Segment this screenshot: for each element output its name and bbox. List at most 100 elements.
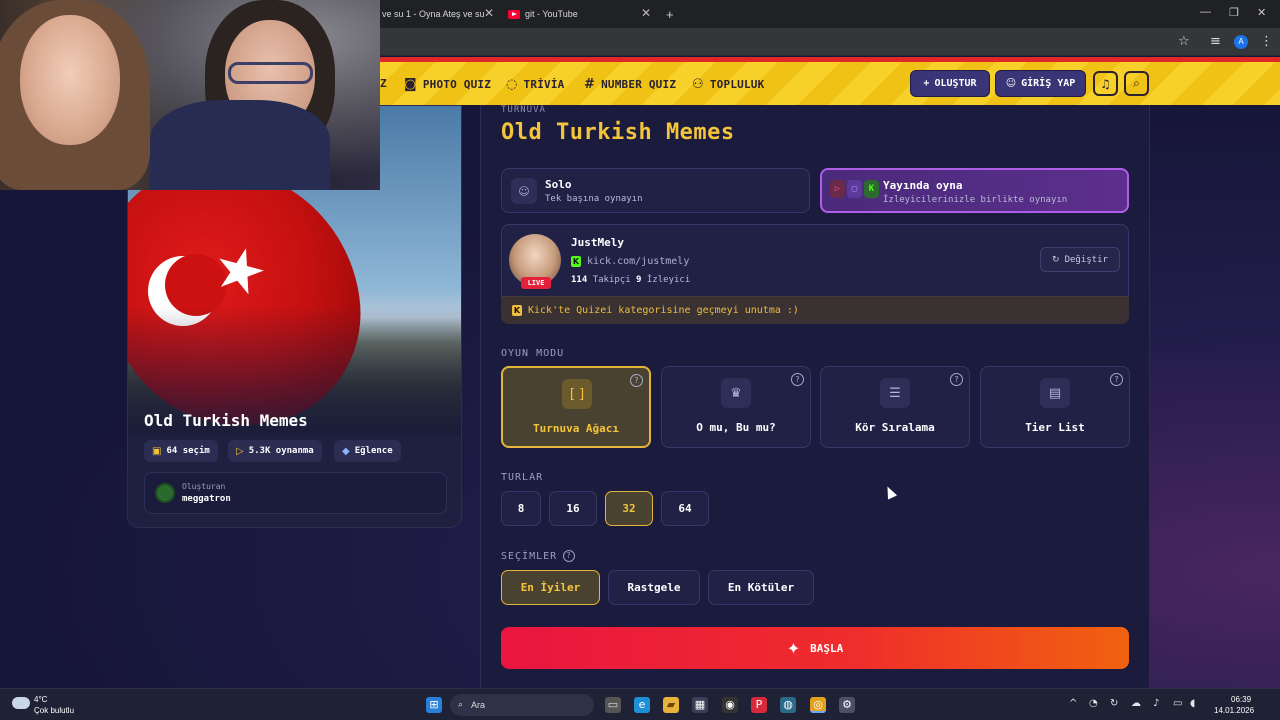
nav-item-trivia[interactable]: ◌ TRİVİA bbox=[506, 77, 564, 92]
play-icon: ▷ bbox=[236, 445, 244, 457]
task-view-icon[interactable]: ▭ bbox=[605, 697, 621, 713]
create-button[interactable]: + OLUŞTUR bbox=[910, 70, 990, 97]
solo-title: Solo bbox=[545, 178, 572, 191]
user-icon: ☺ bbox=[1005, 78, 1017, 89]
search-icon: ⌕ bbox=[458, 700, 464, 710]
sync-icon[interactable]: ↻ bbox=[1110, 698, 1118, 709]
edge-icon[interactable]: e bbox=[634, 697, 650, 713]
browser-icon[interactable]: ◍ bbox=[780, 697, 796, 713]
help-icon[interactable]: ? bbox=[950, 373, 963, 386]
creator-box[interactable]: Oluşturan meggatron bbox=[144, 472, 447, 514]
help-icon[interactable]: ? bbox=[1110, 373, 1123, 386]
sparkle-icon: ✦ bbox=[786, 638, 801, 658]
taskbar-search[interactable]: ⌕ Ara bbox=[450, 694, 594, 716]
restore-icon[interactable]: ❐ bbox=[1229, 6, 1239, 19]
plus-icon: + bbox=[923, 78, 930, 89]
streamer-stats: 114 Takipçi 9 İzleyici bbox=[571, 275, 690, 285]
profile-avatar[interactable]: A bbox=[1234, 35, 1248, 49]
rows-icon: ▤ bbox=[1040, 378, 1070, 408]
creator-name: meggatron bbox=[182, 494, 231, 504]
kick-note-text: Kick'te Quizei kategorisine geçmeyi unut… bbox=[528, 305, 799, 316]
close-tab-icon[interactable]: ✕ bbox=[641, 6, 651, 20]
picks-label: SEÇİMLER ? bbox=[501, 550, 576, 562]
webcam-overlay bbox=[0, 0, 380, 190]
stream-mode-button[interactable]: ▷ ▢ K Yayında oyna İzleyicilerinizle bir… bbox=[820, 168, 1129, 213]
creator-label: Oluşturan bbox=[182, 482, 226, 491]
kick-reminder-note: K Kick'te Quizei kategorisine geçmeyi un… bbox=[501, 296, 1129, 324]
images-icon: ▣ bbox=[152, 445, 162, 457]
game-mode-label-text: Turnuva Ağacı bbox=[532, 422, 620, 435]
category-badge[interactable]: ◆ Eğlence bbox=[334, 440, 401, 462]
notification-bell-icon[interactable]: ♫ bbox=[1093, 71, 1118, 96]
nav-item-topluluk[interactable]: ⚇ TOPLULUK bbox=[692, 77, 764, 92]
rounds-label: TURLAR bbox=[501, 472, 543, 483]
nav-item-number-quiz[interactable]: # NUMBER QUIZ bbox=[584, 77, 676, 92]
plays-text: 5.3K oynanma bbox=[248, 446, 314, 456]
minimize-icon[interactable]: — bbox=[1200, 6, 1211, 18]
page-title: Old Turkish Memes bbox=[501, 120, 735, 145]
webcam-glasses bbox=[228, 62, 313, 84]
close-window-icon[interactable]: ✕ bbox=[1257, 6, 1266, 19]
game-mode-this-or-that[interactable]: ♛ ? O mu, Bu mu? bbox=[661, 366, 811, 448]
settings-icon[interactable]: ⚙ bbox=[839, 697, 855, 713]
pick-best[interactable]: En İyiler bbox=[501, 570, 600, 605]
plays-badge: ▷ 5.3K oynanma bbox=[228, 440, 322, 462]
help-icon[interactable]: ? bbox=[563, 550, 576, 562]
pick-worst[interactable]: En Kötüler bbox=[708, 570, 814, 605]
browser-tab-youtube[interactable]: git - YouTube ✕ bbox=[508, 3, 651, 25]
category-text: Eğlence bbox=[354, 446, 393, 456]
start-button[interactable]: ✦ BAŞLA bbox=[501, 627, 1129, 669]
search-icon[interactable]: ⌕ bbox=[1124, 71, 1149, 96]
pinterest-icon[interactable]: P bbox=[751, 697, 767, 713]
create-label: OLUŞTUR bbox=[934, 78, 977, 89]
kick-icon: K bbox=[512, 305, 522, 316]
kick-icon: K bbox=[864, 180, 879, 198]
clock-date[interactable]: 14.01.2026 bbox=[1214, 706, 1254, 715]
clock-time[interactable]: 06:39 bbox=[1231, 695, 1251, 704]
browser-menu-icon[interactable]: ⋮ bbox=[1260, 34, 1273, 49]
app-icon[interactable]: ◉ bbox=[722, 697, 738, 713]
bookmark-star-icon[interactable]: ☆ bbox=[1178, 34, 1190, 49]
volume-icon[interactable]: ◖ bbox=[1190, 698, 1195, 709]
quiz-title: Old Turkish Memes bbox=[144, 411, 308, 430]
change-streamer-button[interactable]: ↻ Değiştir bbox=[1040, 247, 1120, 272]
pick-random[interactable]: Rastgele bbox=[608, 570, 700, 605]
login-button[interactable]: ☺ GİRİŞ YAP bbox=[995, 70, 1086, 97]
game-mode-tier-list[interactable]: ▤ ? Tier List bbox=[980, 366, 1130, 448]
round-option-64[interactable]: 64 bbox=[661, 491, 709, 526]
nav-item-label: NUMBER QUIZ bbox=[601, 78, 677, 91]
round-option-8[interactable]: 8 bbox=[501, 491, 541, 526]
solo-mode-button[interactable]: ☺ Solo Tek başına oynayın bbox=[501, 168, 810, 213]
streamer-link[interactable]: K kick.com/justmely bbox=[571, 256, 689, 267]
folder-icon[interactable]: ▰ bbox=[663, 697, 679, 713]
windows-start-icon[interactable]: ⊞ bbox=[426, 697, 442, 713]
new-tab-button[interactable]: + bbox=[666, 3, 674, 25]
microphone-icon[interactable]: ♪ bbox=[1153, 698, 1159, 709]
game-mode-blind-ranking[interactable]: ☰ ? Kör Sıralama bbox=[820, 366, 970, 448]
weather-description: Çok bulutlu bbox=[34, 706, 75, 715]
stream-subtitle: İzleyicilerinizle birlikte oynayın bbox=[883, 195, 1068, 205]
browser-tab-oyna[interactable]: ve su 1 - Oyna Ateş ve su ✕ bbox=[382, 3, 494, 25]
tag-icon: ◆ bbox=[342, 445, 350, 457]
help-icon[interactable]: ? bbox=[791, 373, 804, 386]
nav-item-partial[interactable]: Z bbox=[380, 77, 387, 90]
streamer-link-text: kick.com/justmely bbox=[587, 256, 690, 267]
kick-icon: K bbox=[571, 256, 581, 267]
game-mode-tournament[interactable]: [ ] ? Turnuva Ağacı bbox=[501, 366, 651, 448]
chrome-icon[interactable]: ◎ bbox=[810, 697, 826, 713]
media-control-icon[interactable]: ≡ bbox=[1210, 34, 1221, 49]
nav-item-photo-quiz[interactable]: ◙ PHOTO QUIZ bbox=[404, 77, 491, 92]
tray-chevron-icon[interactable]: ^ bbox=[1069, 698, 1077, 709]
cloud-sync-icon[interactable]: ☁ bbox=[1131, 698, 1141, 709]
close-tab-icon[interactable]: ✕ bbox=[484, 6, 494, 20]
round-option-16[interactable]: 16 bbox=[549, 491, 597, 526]
tray-app-icon[interactable]: ◔ bbox=[1089, 698, 1098, 709]
choices-badge: ▣ 64 seçim bbox=[144, 440, 218, 462]
nav-item-label: TRİVİA bbox=[523, 78, 565, 91]
help-icon[interactable]: ? bbox=[630, 374, 643, 387]
store-icon[interactable]: ▦ bbox=[692, 697, 708, 713]
round-option-32[interactable]: 32 bbox=[605, 491, 653, 526]
solo-subtitle: Tek başına oynayın bbox=[545, 194, 643, 204]
network-icon[interactable]: ▭ bbox=[1173, 698, 1182, 709]
youtube-icon bbox=[508, 9, 520, 19]
